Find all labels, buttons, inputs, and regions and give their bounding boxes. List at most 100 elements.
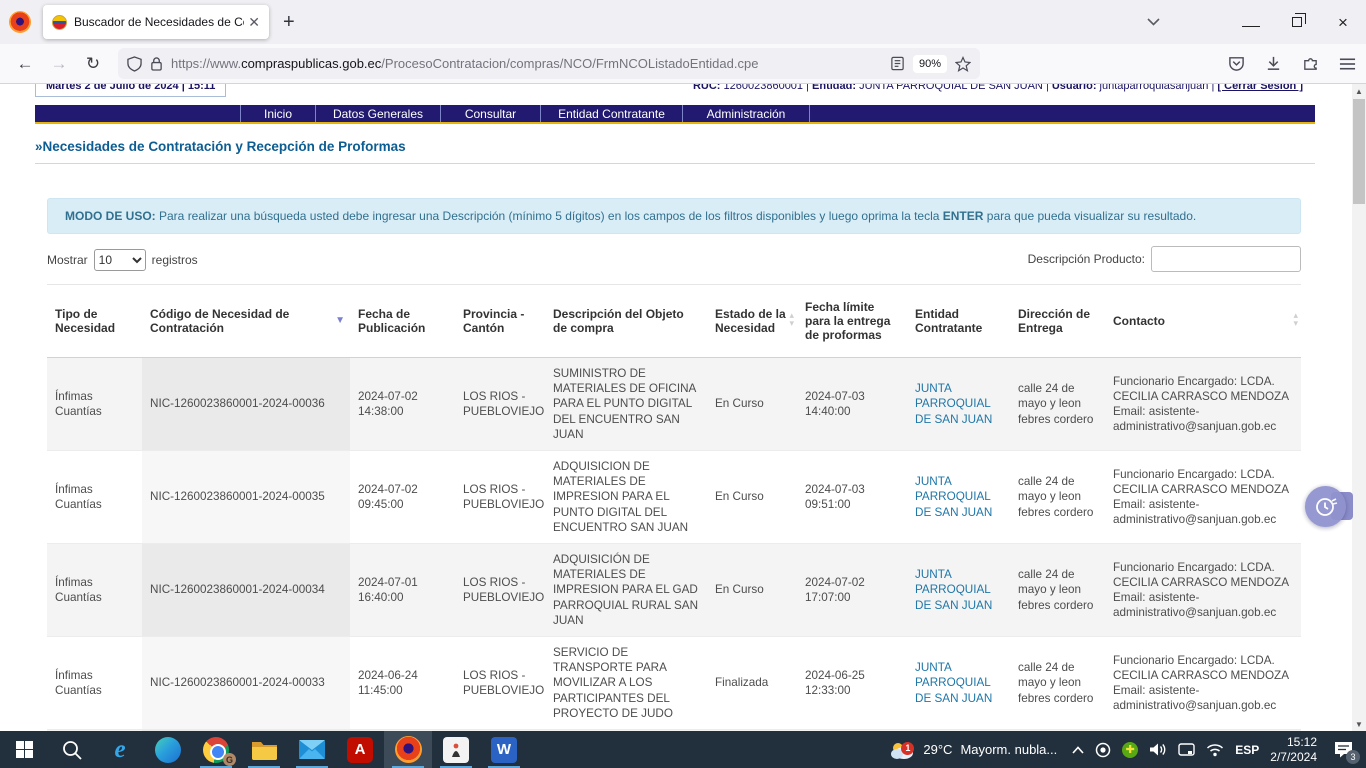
file-explorer-icon[interactable]: [240, 731, 288, 768]
edge-icon[interactable]: [144, 731, 192, 768]
bookmark-star-icon[interactable]: [955, 56, 971, 72]
page-length-select[interactable]: 10: [94, 249, 146, 271]
cell-direccion: calle 24 de mayo y leon febres cordero: [1010, 358, 1105, 451]
col-header-entidad[interactable]: Entidad Contratante: [907, 285, 1010, 358]
cell-codigo: NIC-1260023860001-2024-00036: [142, 358, 350, 451]
java-app-icon[interactable]: [432, 731, 480, 768]
cell-codigo: NIC-1260023860001-2024-00033: [142, 637, 350, 730]
internet-explorer-icon[interactable]: e: [96, 731, 144, 768]
notification-center-icon[interactable]: 3: [1328, 741, 1358, 758]
taskbar-search-icon[interactable]: [48, 731, 96, 768]
table-row: Ínfimas Cuantías NIC-1260023860001-2024-…: [47, 358, 1301, 451]
word-icon[interactable]: W: [480, 731, 528, 768]
col-header-contacto[interactable]: Contacto▴▾: [1105, 285, 1301, 358]
table-row: Ínfimas Cuantías NIC-1260023860001-2024-…: [47, 544, 1301, 637]
cell-contacto: Funcionario Encargado: LCDA. CECILIA CAR…: [1105, 451, 1301, 544]
reader-view-icon[interactable]: [890, 56, 905, 71]
start-button[interactable]: [0, 731, 48, 768]
adobe-acrobat-icon[interactable]: A: [336, 731, 384, 768]
restore-button[interactable]: [1274, 0, 1320, 44]
cell-provincia: LOS RIOS - PUEBLOVIEJO: [455, 637, 545, 730]
extensions-icon[interactable]: [1302, 55, 1319, 72]
browser-tab-bar: Buscador de Necesidades de Co ✕ + ×: [0, 0, 1366, 44]
quick-clock-widget[interactable]: [1305, 486, 1346, 527]
entidad-link[interactable]: JUNTA PARROQUIAL DE SAN JUAN: [915, 382, 992, 425]
display-tray-icon[interactable]: [1178, 743, 1195, 757]
nav-item-entidad-contratante[interactable]: Entidad Contratante: [540, 105, 682, 122]
col-header-codigo[interactable]: Código de Necesidad de Contratación▼: [142, 285, 350, 358]
cell-descripcion: ADQUISICION DE MATERIALES DE IMPRESION P…: [545, 451, 707, 544]
scroll-down-icon[interactable]: ▼: [1352, 717, 1366, 731]
nav-item-datos-generales[interactable]: Datos Generales: [315, 105, 440, 122]
firefox-logo-icon: [9, 11, 31, 33]
record-tray-icon[interactable]: [1095, 742, 1111, 758]
new-tab-button[interactable]: +: [283, 11, 295, 34]
cell-entidad: JUNTA PARROQUIAL DE SAN JUAN: [907, 544, 1010, 637]
cell-tipo: Ínfimas Cuantías: [47, 544, 142, 637]
list-tabs-chevron-icon[interactable]: [1130, 0, 1176, 44]
back-button[interactable]: ←: [8, 54, 42, 74]
weather-badge: 1: [901, 742, 914, 755]
cell-fecha-limite: 2024-07-03 09:51:00: [797, 451, 907, 544]
toolbar-right-icons: [1228, 55, 1356, 72]
cell-entidad: JUNTA PARROQUIAL DE SAN JUAN: [907, 637, 1010, 730]
scroll-up-icon[interactable]: ▲: [1352, 84, 1366, 98]
cell-descripcion: SUMINISTRO DE MATERIALES DE OFICINA PARA…: [545, 358, 707, 451]
col-header-descripcion[interactable]: Descripción del Objeto de compra: [545, 285, 707, 358]
mail-icon[interactable]: [288, 731, 336, 768]
cell-fecha-limite: 2024-06-25 12:33:00: [797, 637, 907, 730]
minimize-button[interactable]: [1228, 0, 1274, 44]
cell-fecha-publicacion: 2024-07-02 14:38:00: [350, 358, 455, 451]
pocket-icon[interactable]: [1228, 55, 1245, 72]
show-hidden-icons-chevron[interactable]: [1072, 746, 1084, 754]
volume-icon[interactable]: [1149, 742, 1167, 757]
header-row: Tipo de Necesidad Código de Necesidad de…: [47, 285, 1301, 358]
product-filter-input[interactable]: [1151, 246, 1301, 272]
nav-item-inicio[interactable]: Inicio: [240, 105, 315, 122]
cell-provincia: LOS RIOS - PUEBLOVIEJO: [455, 544, 545, 637]
records-label: registros: [152, 253, 198, 267]
nav-item-administracion[interactable]: Administración: [682, 105, 810, 122]
col-header-estado[interactable]: Estado de la Necesidad▴▾: [707, 285, 797, 358]
sort-both-icon: ▴▾: [789, 311, 794, 327]
clock-time: 15:12: [1270, 735, 1317, 750]
browser-tab[interactable]: Buscador de Necesidades de Co ✕: [43, 5, 269, 39]
col-header-tipo[interactable]: Tipo de Necesidad: [47, 285, 142, 358]
filter-row: Mostrar 10 registros Descripción Product…: [47, 246, 1301, 274]
url-bar[interactable]: https://www.compraspublicas.gob.ec/Proce…: [118, 48, 980, 79]
reload-button[interactable]: ↻: [76, 54, 110, 74]
downloads-icon[interactable]: [1265, 55, 1282, 72]
nav-item-consultar[interactable]: Consultar: [440, 105, 540, 122]
col-header-fecha-limite[interactable]: Fecha límite para la entrega de proforma…: [797, 285, 907, 358]
entidad-link[interactable]: JUNTA PARROQUIAL DE SAN JUAN: [915, 475, 992, 518]
chrome-icon[interactable]: G: [192, 731, 240, 768]
product-filter-label: Descripción Producto:: [1028, 252, 1145, 266]
cell-direccion: calle 24 de mayo y leon febres cordero: [1010, 637, 1105, 730]
entidad-link[interactable]: JUNTA PARROQUIAL DE SAN JUAN: [915, 568, 992, 611]
page-scrollbar[interactable]: ▲ ▼: [1352, 84, 1366, 731]
menu-hamburger-icon[interactable]: [1339, 57, 1356, 71]
firefox-taskbar-icon[interactable]: [384, 731, 432, 768]
language-indicator[interactable]: ESP: [1235, 743, 1259, 757]
results-table: Tipo de Necesidad Código de Necesidad de…: [47, 284, 1301, 731]
zoom-level-badge[interactable]: 90%: [913, 55, 947, 73]
antivirus-tray-icon[interactable]: ✚: [1122, 742, 1138, 758]
window-close-button[interactable]: ×: [1320, 0, 1366, 44]
col-header-direccion[interactable]: Dirección de Entrega: [1010, 285, 1105, 358]
forward-button[interactable]: →: [42, 54, 76, 74]
cell-provincia: LOS RIOS - PUEBLOVIEJO: [455, 451, 545, 544]
taskbar-clock[interactable]: 15:12 2/7/2024: [1270, 735, 1317, 765]
cell-fecha-limite: 2024-07-02 17:07:00: [797, 544, 907, 637]
col-header-fecha-publicacion[interactable]: Fecha de Publicación: [350, 285, 455, 358]
cell-fecha-publicacion: 2024-07-01 16:40:00: [350, 544, 455, 637]
col-header-provincia[interactable]: Provincia - Cantón: [455, 285, 545, 358]
lock-icon[interactable]: [150, 56, 163, 71]
entidad-link[interactable]: JUNTA PARROQUIAL DE SAN JUAN: [915, 661, 992, 704]
logout-link[interactable]: [ Cerrar Sesión ]: [1217, 84, 1303, 92]
weather-widget[interactable]: 1 29°C Mayorm. nubla...: [885, 740, 1061, 760]
url-text: https://www.compraspublicas.gob.ec/Proce…: [171, 56, 758, 71]
tab-close-icon[interactable]: ✕: [248, 14, 260, 31]
scrollbar-thumb[interactable]: [1353, 99, 1365, 204]
wifi-icon[interactable]: [1206, 743, 1224, 757]
shield-icon[interactable]: [127, 56, 142, 72]
